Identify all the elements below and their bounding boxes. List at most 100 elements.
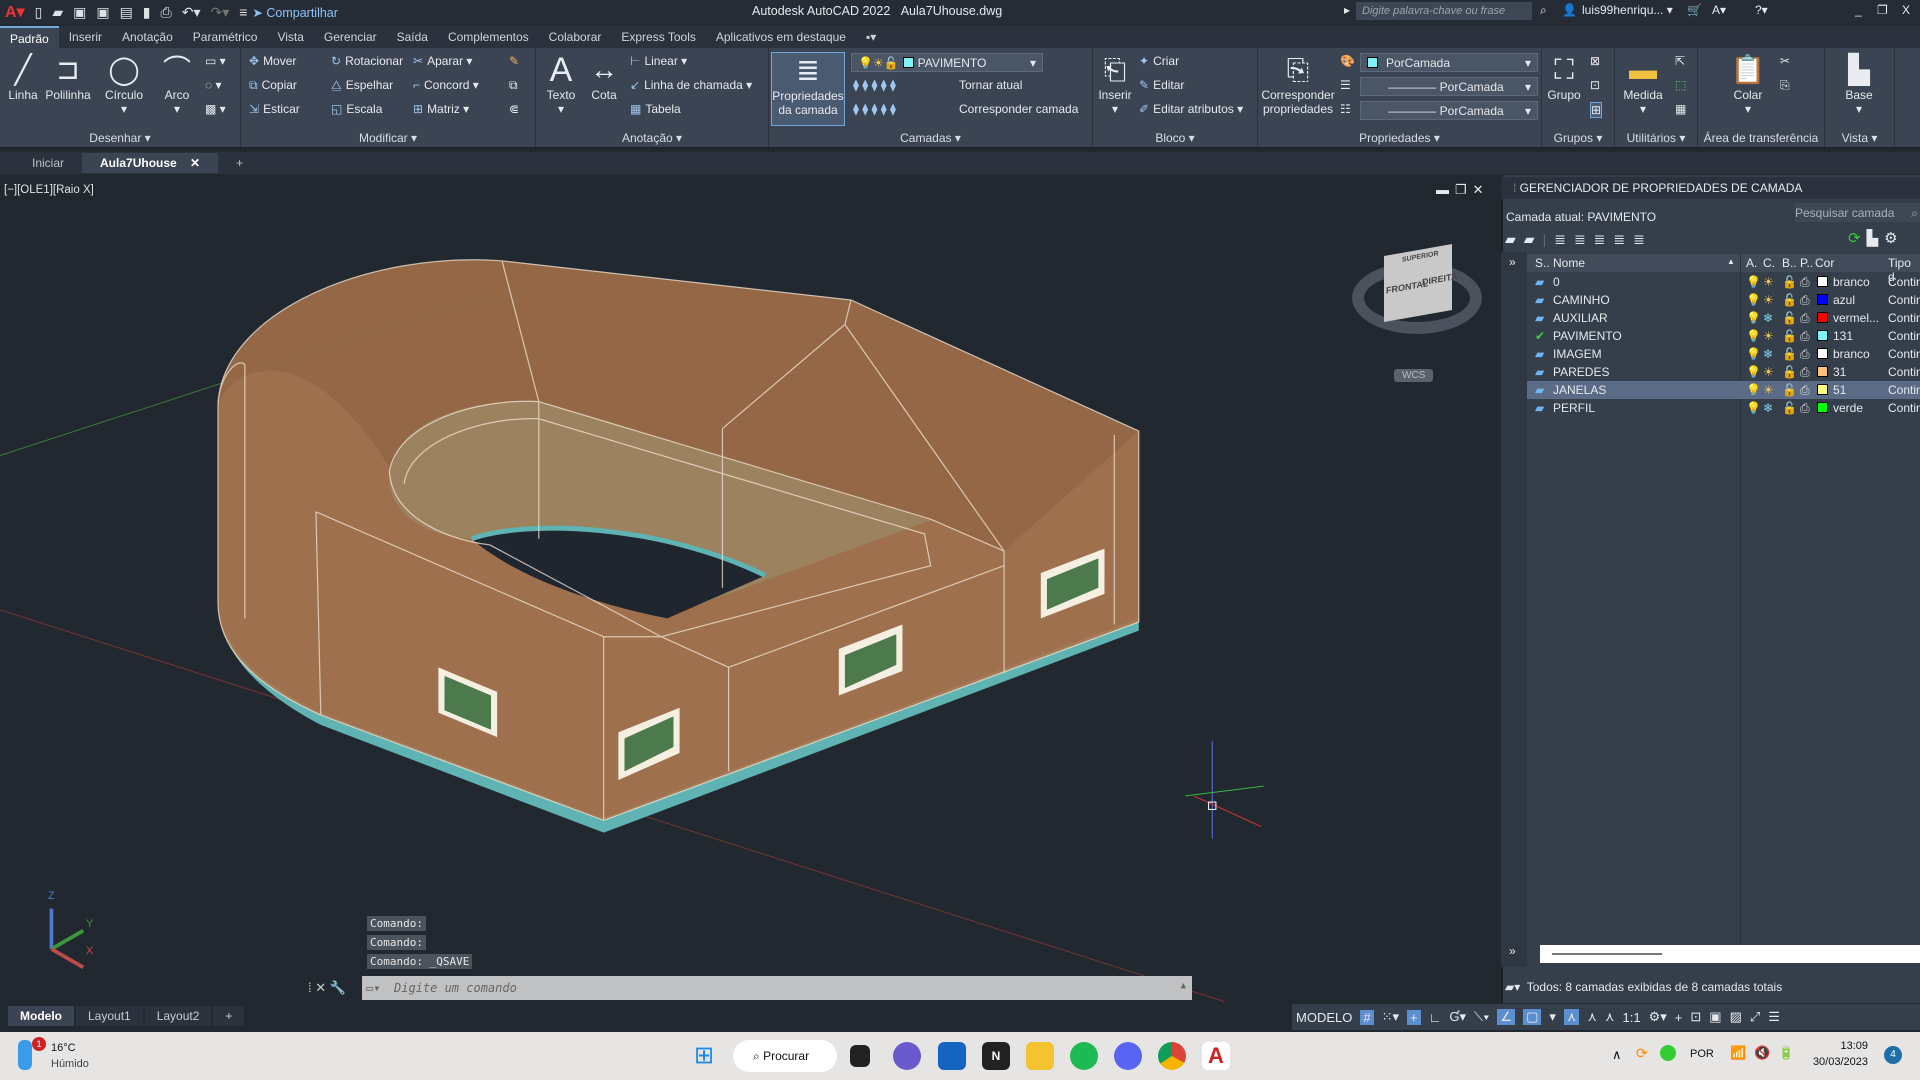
scale-dropdown[interactable]: 1:1 — [1623, 1010, 1641, 1025]
plot-printer-icon[interactable]: ⎙ — [1800, 383, 1810, 398]
panel-label[interactable]: Anotação ▾ — [536, 131, 768, 145]
modify-6-button[interactable]: ⇲ Esticar — [249, 102, 300, 116]
store-icon[interactable] — [938, 1042, 966, 1070]
on-bulb-icon[interactable]: 💡 — [1746, 293, 1761, 307]
linear-button[interactable]: ⊢ Linear ▾ — [630, 54, 687, 68]
filter-lightning-icon[interactable]: ▰▾ — [1505, 980, 1520, 994]
close-tab-icon[interactable]: ✕ — [190, 156, 200, 170]
tab-express-tools[interactable]: Express Tools — [611, 26, 705, 48]
unlock-icon[interactable]: 🔓 — [1782, 401, 1797, 415]
layer-linetype[interactable]: Contin — [1888, 365, 1920, 379]
redo-icon[interactable]: ↷▾ — [210, 4, 229, 21]
measure-button[interactable]: ▬ Medida ▾ — [1619, 52, 1667, 116]
unlock-icon[interactable]: 🔓 — [1782, 365, 1797, 379]
layer-name[interactable]: JANELAS — [1553, 383, 1606, 397]
close-cmd-icon[interactable]: ✕ — [315, 980, 326, 995]
layer-tools-row1[interactable]: ⧫ ⧫ ⧫ ⧫ ⧫ — [853, 78, 900, 92]
expand-filter-bottom-icon[interactable]: » — [1509, 944, 1516, 958]
gradient-icon[interactable]: ▩ ▾ — [205, 102, 226, 116]
group-button[interactable]: ⛶ Grupo — [1546, 52, 1582, 102]
on-bulb-icon[interactable]: 💡 — [1746, 347, 1761, 361]
column-header[interactable]: B.. — [1782, 256, 1797, 270]
workspace-dropdown-icon[interactable]: ▪▾ — [856, 26, 886, 48]
taskbar-search[interactable]: ⌕ Procurar — [733, 1040, 837, 1072]
auto-scale-icon[interactable]: ⋏ — [1587, 1009, 1597, 1025]
line-button[interactable]: ╱ Linha — [4, 52, 42, 102]
on-bulb-icon[interactable]: 💡 — [1746, 401, 1761, 415]
make-current-button[interactable]: Tornar atual — [959, 78, 1022, 92]
modify-7-button[interactable]: ◱ Escala — [331, 102, 382, 116]
layer-properties-button[interactable]: ≣ Propriedades da camada — [771, 52, 845, 126]
expand-search-icon[interactable]: ▸ — [1344, 3, 1350, 17]
layer-color-name[interactable]: branco — [1833, 275, 1870, 289]
on-bulb-icon[interactable]: 💡 — [1746, 311, 1761, 325]
quick-properties-icon[interactable]: ▣ — [1709, 1009, 1721, 1025]
thawed-sun-icon[interactable]: ☀ — [1763, 383, 1774, 397]
modify-3-button[interactable]: ⧉ Copiar — [249, 78, 297, 93]
panel-label[interactable]: Utilitários ▾ — [1615, 131, 1697, 145]
color-dropdown[interactable]: PorCamada ▾ — [1360, 53, 1538, 72]
spotify-icon[interactable] — [1070, 1042, 1098, 1070]
teams-icon[interactable] — [893, 1042, 921, 1070]
thawed-sun-icon[interactable]: ☀ — [1763, 275, 1774, 289]
ungroup-icon[interactable]: ⊠ — [1590, 54, 1600, 68]
unlock-icon[interactable]: 🔓 — [1782, 293, 1797, 307]
battery-icon[interactable]: 🔋 — [1778, 1045, 1794, 1061]
layer-name[interactable]: IMAGEM — [1553, 347, 1602, 361]
panel-label[interactable]: Modificar ▾ — [241, 131, 535, 145]
thawed-sun-icon[interactable]: ☀ — [1763, 293, 1774, 307]
unlock-icon[interactable]: 🔓 — [1782, 311, 1797, 325]
on-bulb-icon[interactable]: 💡 — [1746, 275, 1761, 289]
frozen-snowflake-icon[interactable]: ❄ — [1763, 401, 1773, 415]
command-input[interactable]: Digite um comando ▭▾ ▲ — [362, 976, 1192, 1000]
layer-row[interactable]: ▰ PAREDES 💡 ☀ 🔓 ⎙ 31 Contin — [1527, 363, 1920, 381]
customize-icon[interactable]: ≡ — [239, 4, 247, 20]
razer-icon[interactable] — [1660, 1045, 1676, 1061]
mobile-icon[interactable]: ▮ — [143, 4, 151, 21]
layer-row[interactable]: ▰ JANELAS 💡 ☀ 🔓 ⎙ 51 Contin — [1527, 381, 1920, 399]
workspace-gear-icon[interactable]: ⚙▾ — [1649, 1009, 1667, 1025]
notification-badge[interactable]: 4 — [1884, 1046, 1902, 1064]
explode-icon[interactable]: ⧉ — [509, 78, 518, 93]
language-indicator[interactable]: POR — [1690, 1048, 1714, 1060]
plot-printer-icon[interactable]: ⎙ — [1800, 293, 1810, 308]
add-layout-button[interactable]: + — [213, 1006, 245, 1026]
infer-constraints-icon[interactable]: + — [1407, 1009, 1421, 1025]
copy-icon[interactable]: ⎘ — [1780, 78, 1790, 93]
tab-saída[interactable]: Saída — [387, 26, 438, 48]
clock-time[interactable]: 13:09 — [1822, 1040, 1868, 1052]
layer-row[interactable]: ▰ 0 💡 ☀ 🔓 ⎙ branco Contin — [1527, 273, 1920, 291]
text-button[interactable]: A Texto ▾ — [542, 52, 580, 116]
plot-printer-icon[interactable]: ⎙ — [1800, 401, 1810, 416]
isodraft-icon[interactable]: ⟍▾ — [1474, 1009, 1489, 1025]
annotation-visibility-icon[interactable]: ⋏ — [1563, 1009, 1580, 1025]
object-snap-icon[interactable]: ▢ — [1523, 1009, 1542, 1025]
layer-color-swatch[interactable] — [1817, 312, 1828, 323]
vp-close-icon[interactable]: ✕ — [1473, 182, 1490, 197]
panel-label[interactable]: Bloco ▾ — [1093, 131, 1257, 145]
viewcube[interactable]: FRONTAL DIREITA SUPERIOR — [1384, 244, 1457, 322]
layer-name[interactable]: 0 — [1553, 275, 1560, 289]
tab-aula7uhouse[interactable]: Aula7Uhouse ✕ — [82, 153, 219, 173]
layer-dropdown[interactable]: 💡☀🔓 PAVIMENTO ▾ — [851, 53, 1043, 72]
unlock-icon[interactable]: 🔓 — [1782, 383, 1797, 397]
layer-color-name[interactable]: vermel... — [1833, 311, 1879, 325]
column-header[interactable]: S.. — [1535, 256, 1550, 270]
save-as-icon[interactable]: ▣ — [96, 4, 109, 21]
tab-paramétrico[interactable]: Paramétrico — [183, 26, 268, 48]
layout-tab-layout1[interactable]: Layout1 — [76, 1006, 143, 1026]
weather-temp[interactable]: 16°C — [51, 1042, 76, 1054]
tab-anotação[interactable]: Anotação — [112, 26, 183, 48]
autocad-logo-icon[interactable]: A▾ — [5, 2, 25, 22]
annotation-scale-icon[interactable]: ⋏ — [1605, 1009, 1615, 1025]
annotation-monitor-icon[interactable]: + — [1675, 1010, 1683, 1025]
task-view-icon[interactable] — [850, 1045, 870, 1067]
select-all-icon[interactable]: ⬚ — [1675, 78, 1686, 92]
object-snap-tracking-icon[interactable]: ∠ — [1497, 1009, 1516, 1025]
horizontal-scrollbar[interactable] — [1540, 945, 1920, 963]
delete-layer-icon[interactable]: ≣ — [1613, 231, 1633, 247]
column-header[interactable]: C. — [1763, 256, 1775, 270]
modify-8-button[interactable]: ⊞ Matriz ▾ — [413, 102, 469, 116]
ortho-icon[interactable]: ∟ — [1429, 1010, 1442, 1025]
share-button[interactable]: ➤ Compartilhar — [252, 5, 338, 20]
